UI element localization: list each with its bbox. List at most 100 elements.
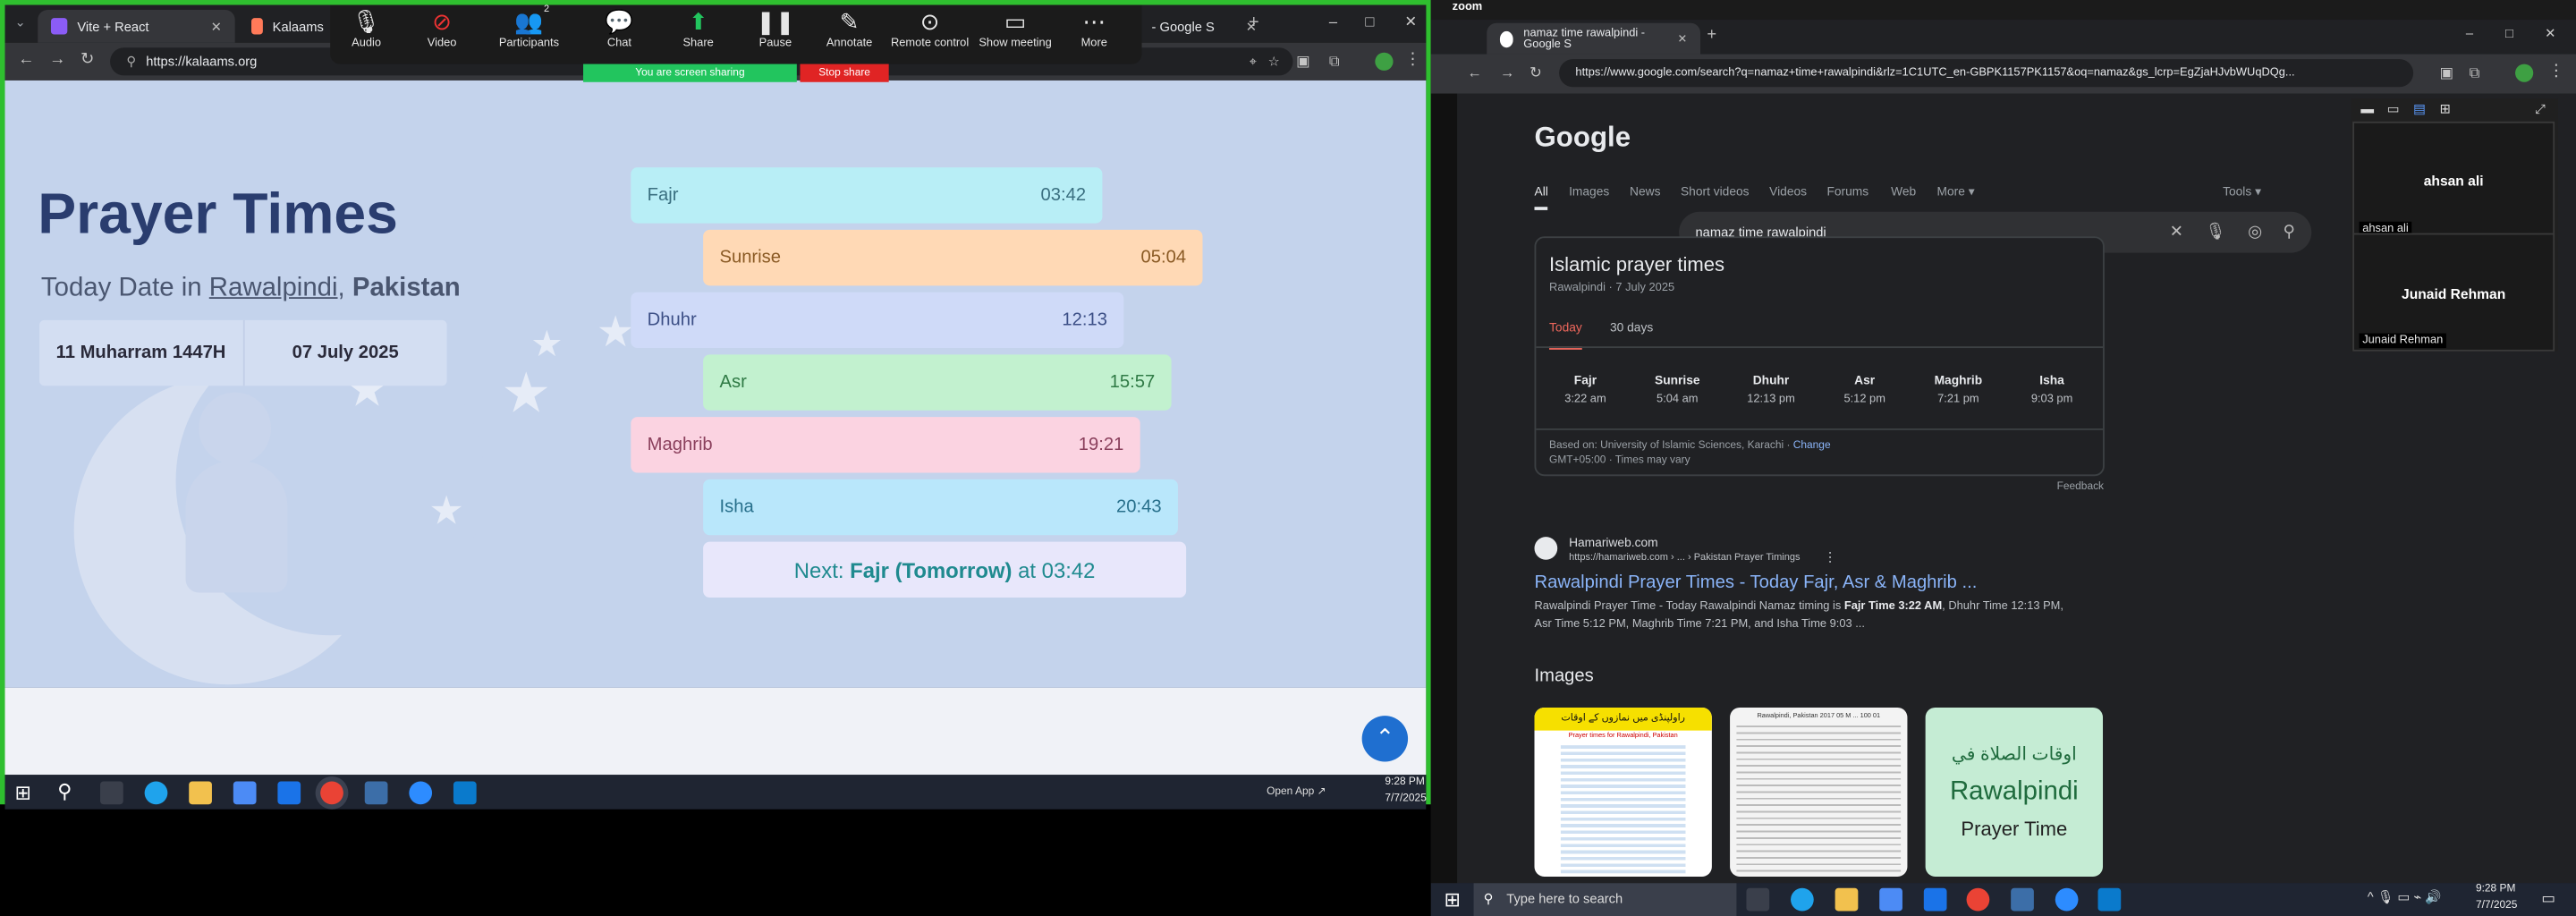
back-icon[interactable]: ← [18,52,34,69]
maximize-button[interactable]: □ [2505,26,2513,41]
card-tab-today[interactable]: Today [1549,320,1582,350]
extensions-icon[interactable]: ▣ [2440,64,2454,81]
tab-vite-react[interactable]: Vite + React ✕ [38,10,235,43]
close-window-button[interactable]: ✕ [1404,13,1417,31]
nav-tools[interactable]: Tools ▾ [2223,184,2261,199]
zoom-annotate-button[interactable]: ✎ Annotate [805,5,894,49]
feedback-link[interactable]: Feedback [2057,481,2104,493]
nav-images[interactable]: Images [1569,184,1609,199]
minimize-button[interactable]: – [2466,26,2473,41]
puzzle-icon[interactable]: ⧉ [2470,64,2480,81]
start-button-icon[interactable]: ⊞ [1444,888,1460,912]
nav-more[interactable]: More ▾ [1937,184,1975,199]
extensions-icon[interactable]: ▣ [1296,53,1310,69]
task-view-icon[interactable] [1746,887,1770,912]
strip-view-icon[interactable]: ▤ [2413,102,2426,117]
image-result-3[interactable]: اوقات الصلاة في Rawalpindi Prayer Time [1925,707,2104,877]
bookmark-star-icon[interactable]: ☆ [1268,55,1280,70]
image-result-2[interactable]: Rawalpindi, Pakistan 2017 05 M ... 100 0… [1730,707,1908,877]
result-menu-icon[interactable]: ⋮ [1824,550,1837,565]
vscode-icon[interactable] [2097,887,2122,912]
mail-icon[interactable] [1923,887,1947,912]
taskbar-search-input[interactable]: ⚲ Type here to search [1473,883,1737,916]
menu-kebab-icon[interactable]: ⋮ [1404,52,1420,69]
chrome-icon[interactable] [1966,887,1990,912]
participant-tile-ahsan[interactable]: ahsan ali ahsan ali [2352,121,2555,240]
notifications-icon[interactable]: ▭ [2541,890,2555,908]
image-result-1[interactable]: راولپنڈی میں نمازوں کے اوقات Prayer time… [1534,707,1712,877]
zoom-chat-button[interactable]: 💬 Chat [575,5,664,49]
reload-icon[interactable]: ↻ [1530,64,1542,81]
minimize-panel-icon[interactable]: ▬ [2360,102,2374,117]
vscode-icon[interactable] [453,781,477,805]
site-info-icon[interactable]: ⚲ [126,55,136,70]
maximize-button[interactable]: □ [1365,13,1374,30]
close-tab-icon[interactable]: ✕ [1678,32,1688,46]
zoom-show-meeting-button[interactable]: ▭ Show meeting [971,5,1060,49]
zoom-video-button[interactable]: ⊘ Video [397,5,486,49]
mail-icon[interactable] [277,781,301,805]
system-tray-icons[interactable]: ^ 🎙 ▭ ⌁ 🔊 [2368,890,2442,905]
nav-short-videos[interactable]: Short videos [1681,184,1750,199]
close-window-button[interactable]: ✕ [2545,26,2555,41]
reload-icon[interactable]: ↻ [80,52,94,69]
participant-tile-junaid[interactable]: Junaid Rehman Junaid Rehman [2352,233,2555,352]
location-icon[interactable]: ⌖ [1250,54,1257,70]
vite-favicon [50,18,68,35]
search-icon[interactable]: ⚲ [2283,224,2294,242]
zoom-participants-button[interactable]: 👥 Participants [485,5,573,49]
minimize-button[interactable]: – [1329,13,1337,30]
chrome-icon[interactable] [320,781,343,805]
zoom-more-button[interactable]: ⋯ More [1050,5,1139,49]
profile-avatar[interactable] [2515,64,2534,82]
search-icon[interactable]: ⚲ [57,780,72,803]
close-tab-icon[interactable]: ✕ [211,19,222,34]
nav-news[interactable]: News [1630,184,1660,199]
new-tab-button[interactable]: + [1707,26,1716,44]
store-icon[interactable] [1879,887,1902,912]
tab-google-search[interactable]: namaz time rawalpindi - Google S ✕ [1487,22,1701,55]
gallery-view-icon[interactable]: ⊞ [2440,102,2451,117]
file-explorer-icon[interactable] [1835,887,1859,912]
zoom-remote-control-button[interactable]: ⊙ Remote control [886,5,974,49]
clear-search-icon[interactable]: ✕ [2170,224,2183,242]
card-tab-30-days[interactable]: 30 days [1610,320,1653,335]
edge-icon[interactable] [1791,887,1814,912]
kalaams-favicon [251,18,263,35]
app-icon[interactable] [2011,887,2034,912]
change-link[interactable]: Change [1793,440,1831,452]
zoom-share-button[interactable]: ⬆ Share [654,5,742,49]
tab-search-icon[interactable]: ⌄ [15,15,26,30]
stop-share-button[interactable]: Stop share [800,64,889,82]
zoom-app-icon[interactable] [409,781,433,805]
scroll-to-top-button[interactable]: ⌃ [1361,716,1409,762]
back-icon[interactable]: ← [1467,64,1482,81]
zoom-app-icon[interactable] [2055,887,2079,912]
google-logo[interactable]: Google [1535,122,1631,155]
voice-search-icon[interactable]: 🎙 [2205,224,2225,242]
menu-kebab-icon[interactable]: ⋮ [2548,64,2564,81]
forward-icon[interactable]: → [49,52,65,69]
profile-avatar[interactable] [1375,52,1394,71]
expand-panel-icon[interactable]: ⤢ [2535,102,2546,118]
puzzle-icon[interactable]: ⧉ [1329,53,1340,69]
open-app-button[interactable]: Open App ↗ [1267,785,1326,798]
screen-sharing-bar: You are screen sharing Stop share [583,64,889,82]
speaker-view-icon[interactable]: ▭ [2387,102,2400,117]
start-button-icon[interactable]: ⊞ [15,782,31,805]
nav-forums[interactable]: Forums [1826,184,1868,199]
url-input[interactable]: https://www.google.com/search?q=namaz+ti… [1559,59,2414,88]
store-icon[interactable] [233,781,257,805]
nav-web[interactable]: Web [1891,184,1916,199]
app-icon[interactable] [364,781,388,805]
task-view-icon[interactable] [100,781,123,805]
lens-icon[interactable]: ◎ [2248,224,2262,242]
file-explorer-icon[interactable] [189,781,212,805]
new-tab-button[interactable]: + [1249,13,1259,33]
forward-icon[interactable]: → [1500,64,1515,81]
result-title-link[interactable]: Rawalpindi Prayer Times - Today Fajr, As… [1535,572,1978,592]
nav-all[interactable]: All [1534,184,1548,210]
nav-videos[interactable]: Videos [1769,184,1807,199]
city-link[interactable]: Rawalpindi [209,274,338,301]
edge-icon[interactable] [144,781,168,805]
